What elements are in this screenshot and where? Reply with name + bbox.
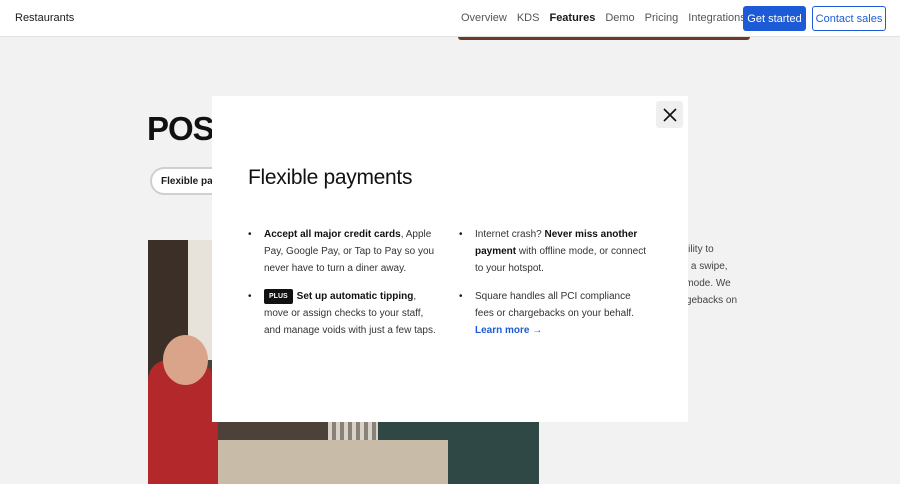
list-item: • Internet crash? Never miss another pay… [459, 226, 649, 277]
flexible-payments-modal: Flexible payments • Accept all major cre… [212, 96, 688, 422]
bullet-icon: • [459, 229, 463, 240]
modal-left-column: • Accept all major credit cards, Apple P… [248, 226, 438, 350]
bullet-icon: • [459, 291, 463, 302]
close-button[interactable] [656, 101, 683, 128]
nav-link-features[interactable]: Features [549, 12, 595, 24]
nav-link-overview[interactable]: Overview [461, 12, 507, 24]
nav-link-demo[interactable]: Demo [605, 12, 634, 24]
hero-image-edge [458, 37, 750, 40]
item-bold-text: Set up automatic tipping [296, 291, 414, 302]
top-nav: Restaurants Overview KDS Features Demo P… [0, 0, 900, 37]
nav-links: Overview KDS Features Demo Pricing Integ… [461, 12, 756, 24]
contact-sales-button[interactable]: Contact sales [812, 6, 886, 31]
nav-link-integrations[interactable]: Integrations [688, 12, 745, 24]
list-item: • PLUS Set up automatic tipping, move or … [248, 288, 438, 339]
modal-right-column: • Internet crash? Never miss another pay… [459, 226, 649, 350]
list-item: • Square handles all PCI compliance fees… [459, 288, 649, 339]
learn-more-link[interactable]: Learn more → [475, 325, 542, 336]
bullet-icon: • [248, 291, 252, 302]
item-bold-text: Accept all major credit cards [264, 229, 401, 240]
plus-badge: PLUS [264, 289, 293, 304]
bullet-icon: • [248, 229, 252, 240]
item-text: Square handles all PCI compliance fees o… [475, 291, 634, 319]
brand-label[interactable]: Restaurants [15, 12, 74, 24]
item-text: Internet crash? [475, 229, 545, 240]
nav-link-pricing[interactable]: Pricing [645, 12, 679, 24]
modal-title: Flexible payments [248, 166, 413, 189]
list-item: • Accept all major credit cards, Apple P… [248, 226, 438, 277]
close-icon [662, 107, 677, 122]
get-started-button[interactable]: Get started [743, 6, 806, 31]
nav-link-kds[interactable]: KDS [517, 12, 540, 24]
